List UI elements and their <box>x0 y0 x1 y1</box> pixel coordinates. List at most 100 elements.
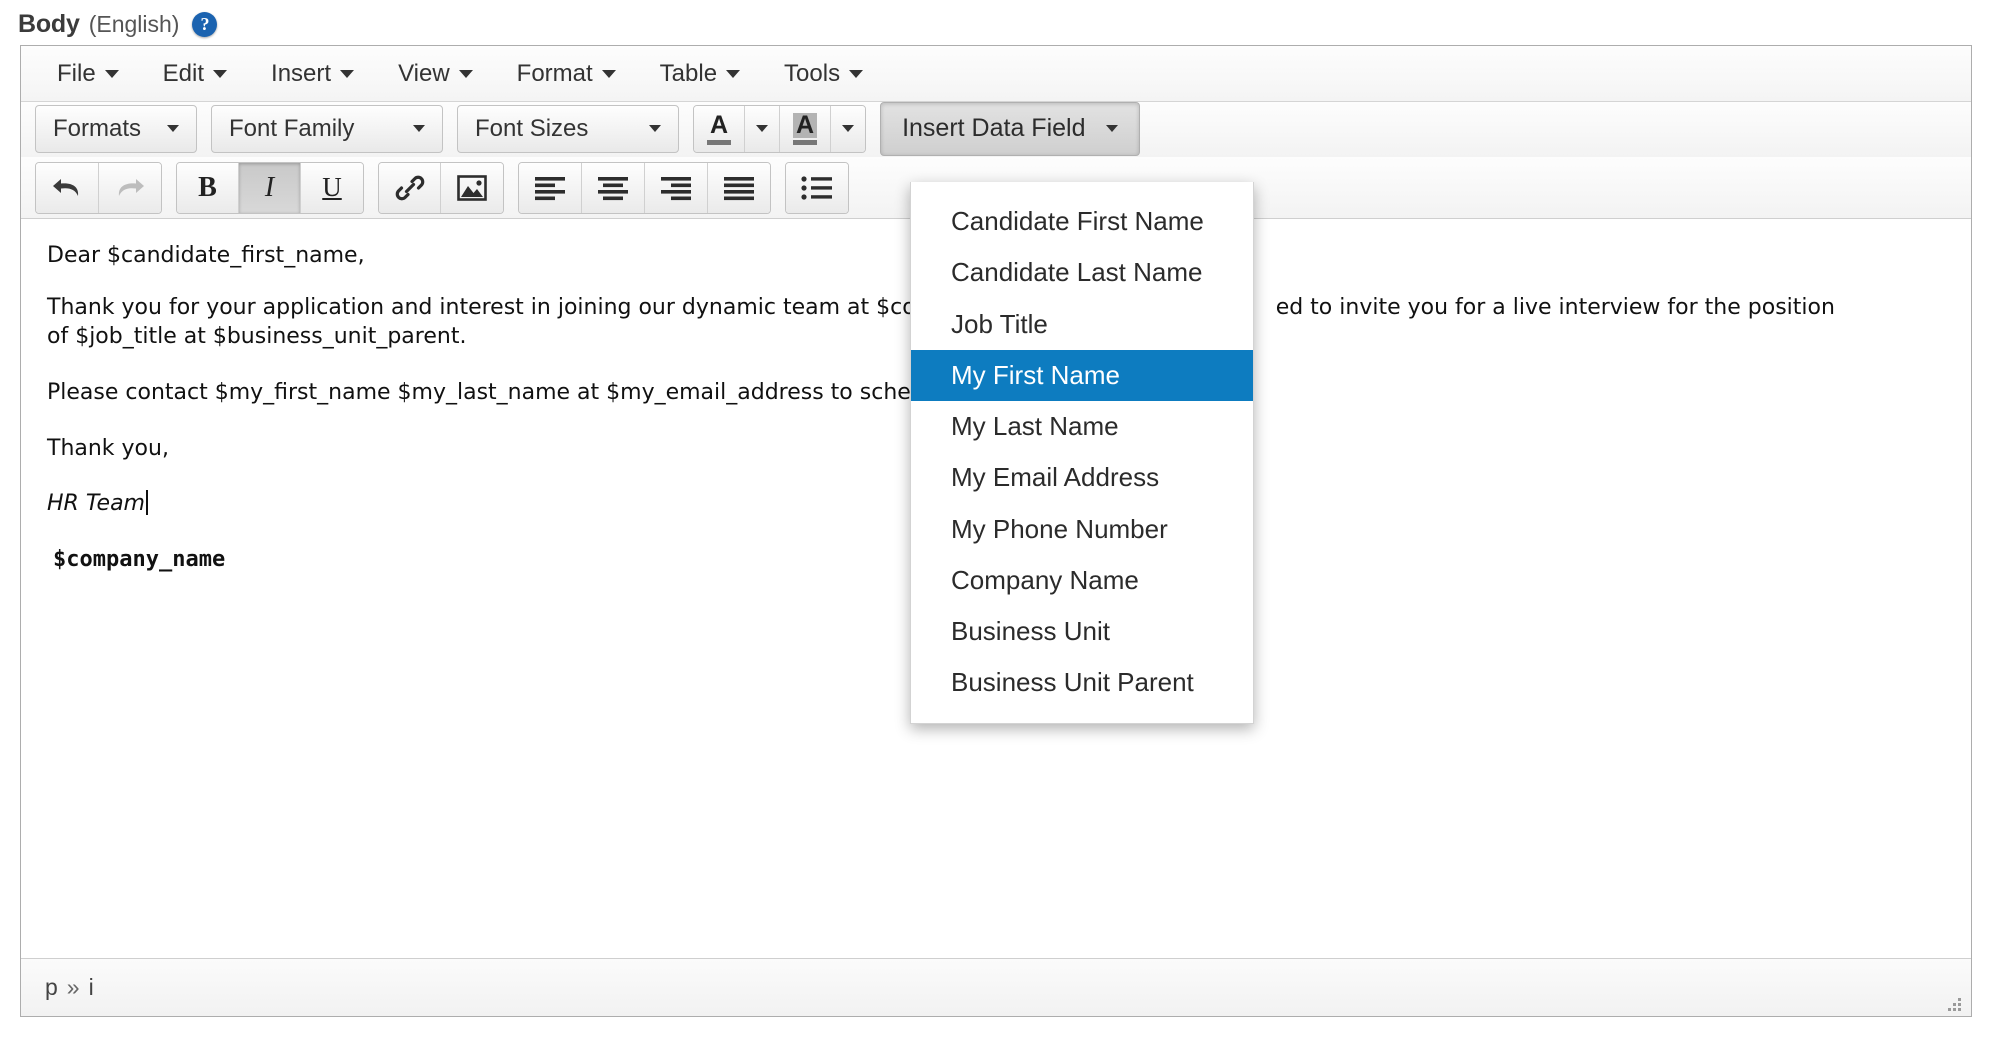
menu-item-my-last-name[interactable]: My Last Name <box>911 401 1253 452</box>
bold-button[interactable]: B <box>177 162 239 213</box>
editor-page: Body (English) ? File Edit Insert View F… <box>0 0 1992 1040</box>
chevron-down-icon <box>458 69 473 78</box>
content-company-token-text: $company_name <box>53 547 226 573</box>
menu-file-label: File <box>57 59 96 87</box>
chevron-down-icon <box>213 69 228 78</box>
menu-tools[interactable]: Tools <box>762 55 885 93</box>
chevron-down-icon <box>104 69 119 78</box>
history-button-group <box>35 161 162 214</box>
formats-label: Formats <box>53 114 142 142</box>
menu-insert[interactable]: Insert <box>249 55 376 93</box>
alignment-button-group <box>518 161 771 214</box>
chevron-down-icon <box>849 69 864 78</box>
insert-data-field-menu: Candidate First Name Candidate Last Name… <box>910 182 1254 724</box>
field-language: (English) <box>88 10 180 37</box>
chevron-down-icon <box>842 125 855 132</box>
content-paragraph-1-line2: of $job_title at $business_unit_parent. <box>47 324 467 350</box>
menu-format-label: Format <box>516 59 593 87</box>
field-label: Body (English) ? <box>18 8 218 40</box>
element-path-root[interactable]: p <box>45 974 58 1001</box>
menu-item-my-email-address[interactable]: My Email Address <box>911 452 1253 503</box>
align-right-button[interactable] <box>645 162 708 213</box>
underline-button[interactable]: U <box>301 162 363 213</box>
menu-view-label: View <box>398 59 450 87</box>
menu-item-my-phone-number[interactable]: My Phone Number <box>911 504 1253 555</box>
align-center-icon <box>596 175 630 201</box>
bullet-list-button[interactable] <box>786 162 848 213</box>
menu-item-candidate-first-name[interactable]: Candidate First Name <box>911 196 1253 247</box>
chevron-down-icon <box>340 69 355 78</box>
chevron-down-icon <box>756 125 769 132</box>
content-paragraph-1-part-b: ed to invite you for a live interview fo… <box>1275 294 1835 320</box>
font-sizes-label: Font Sizes <box>475 114 589 142</box>
menubar: File Edit Insert View Format Table Tools <box>21 46 1971 102</box>
text-color-button[interactable]: A <box>694 105 746 152</box>
menu-view[interactable]: View <box>376 55 495 93</box>
chevron-down-icon <box>601 69 616 78</box>
align-left-icon <box>533 175 567 201</box>
menu-item-job-title[interactable]: Job Title <box>911 299 1253 350</box>
menu-insert-label: Insert <box>271 59 332 87</box>
undo-button[interactable] <box>36 162 99 213</box>
menu-table-label: Table <box>659 59 718 87</box>
background-color-icon: A <box>793 112 818 145</box>
content-paragraph-1-part-a: Thank you for your application and inter… <box>47 294 916 320</box>
bold-icon: B <box>198 171 217 203</box>
align-right-icon <box>659 175 693 201</box>
menu-tools-label: Tools <box>784 59 841 87</box>
text-color-caret[interactable] <box>745 105 781 152</box>
bullet-list-icon <box>800 175 834 201</box>
underline-icon: U <box>322 172 342 202</box>
menu-item-candidate-last-name[interactable]: Candidate Last Name <box>911 247 1253 298</box>
chevron-down-icon <box>413 125 426 132</box>
formats-dropdown[interactable]: Formats <box>35 104 198 153</box>
menu-table[interactable]: Table <box>638 55 762 93</box>
font-family-dropdown[interactable]: Font Family <box>211 104 444 153</box>
align-justify-icon <box>722 175 756 201</box>
chevron-down-icon <box>167 125 180 132</box>
align-left-button[interactable] <box>519 162 582 213</box>
text-color-swatch <box>707 139 732 145</box>
link-icon <box>394 172 426 204</box>
background-color-glyph: A <box>793 112 818 138</box>
element-path-separator: » <box>66 974 80 1000</box>
status-bar: p » i <box>21 958 1971 1016</box>
toolbar-row-formatting: Formats Font Family Font Sizes A A Inser… <box>21 101 1971 157</box>
image-button[interactable] <box>441 162 503 213</box>
insert-data-field-button[interactable]: Insert Data Field <box>880 101 1140 156</box>
redo-icon <box>113 173 147 203</box>
menu-format[interactable]: Format <box>495 55 638 93</box>
resize-grip-icon[interactable] <box>1945 992 1963 1011</box>
menu-edit-label: Edit <box>162 59 205 87</box>
chevron-down-icon <box>726 69 741 78</box>
align-justify-button[interactable] <box>708 162 770 213</box>
color-button-group: A A <box>693 104 867 153</box>
font-sizes-dropdown[interactable]: Font Sizes <box>457 104 680 153</box>
menu-edit[interactable]: Edit <box>141 55 249 93</box>
background-color-swatch <box>793 139 818 145</box>
menu-file[interactable]: File <box>35 55 141 93</box>
menu-item-business-unit-parent[interactable]: Business Unit Parent <box>911 657 1253 708</box>
menu-item-business-unit[interactable]: Business Unit <box>911 606 1253 657</box>
text-color-icon: A <box>707 110 732 145</box>
background-color-button[interactable]: A <box>780 105 832 152</box>
italic-icon: I <box>264 171 275 203</box>
align-center-button[interactable] <box>582 162 645 213</box>
list-button-group <box>785 161 849 214</box>
element-path-leaf[interactable]: i <box>89 974 94 1001</box>
text-style-button-group: B I U <box>176 161 364 214</box>
content-signature-text: HR Team <box>47 491 145 517</box>
redo-button[interactable] <box>99 162 161 213</box>
help-icon[interactable]: ? <box>192 11 218 37</box>
link-button[interactable] <box>379 162 441 213</box>
undo-icon <box>50 173 84 203</box>
insert-button-group <box>378 161 504 214</box>
menu-item-my-first-name[interactable]: My First Name <box>911 349 1253 402</box>
background-color-caret[interactable] <box>831 105 866 152</box>
italic-button[interactable]: I <box>239 162 301 213</box>
text-color-glyph: A <box>709 110 729 139</box>
menu-item-company-name[interactable]: Company Name <box>911 555 1253 606</box>
text-cursor <box>146 490 148 516</box>
image-icon <box>456 174 488 202</box>
insert-data-field-label: Insert Data Field <box>902 114 1086 142</box>
